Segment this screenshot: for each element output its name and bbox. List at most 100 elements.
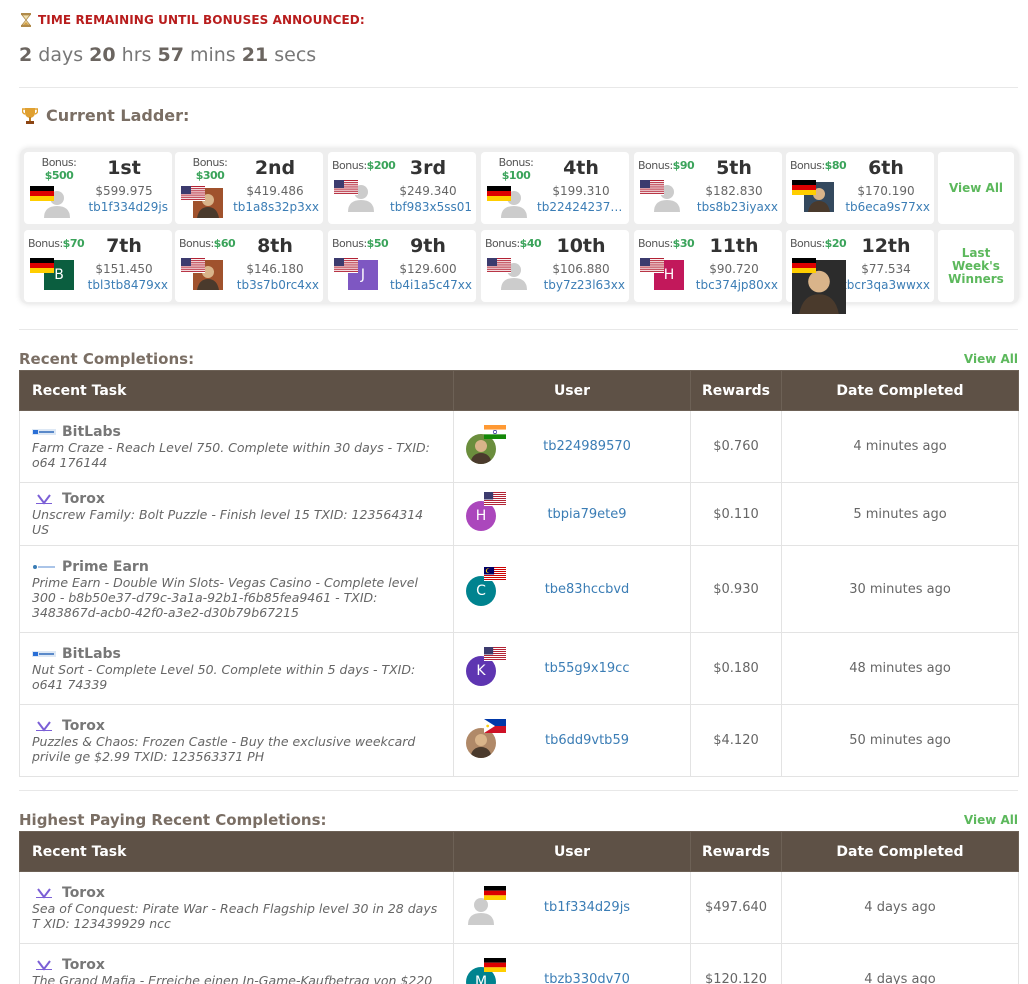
- table-row: BitLabs Farm Craze - Reach Level 750. Com…: [19, 410, 1019, 483]
- last-week-winners-button[interactable]: Last Week's Winners: [938, 230, 1014, 302]
- flag-de-icon: [30, 258, 54, 273]
- flag-us-icon: [181, 186, 205, 201]
- ladder-card-6th[interactable]: Bonus:$80 6th $170.190 tb6eca9s77xx: [786, 152, 934, 224]
- ladder-rank: 6th: [868, 157, 904, 179]
- task-cell: BitLabs Nut Sort - Complete Level 50. Com…: [19, 632, 454, 705]
- task-cell: Torox Unscrew Family: Bolt Puzzle - Finis…: [19, 482, 454, 546]
- ladder-username-link[interactable]: tbl3tb8479xx: [80, 278, 168, 292]
- recent-completions-table: Recent Task User Rewards Date Completed …: [19, 370, 1019, 777]
- divider: [19, 329, 1018, 330]
- ladder-username-link[interactable]: tbs8b23iyaxx: [690, 200, 778, 214]
- ladder-earnings: $599.975: [95, 184, 153, 198]
- ladder-username-link[interactable]: tb1f334d29js: [80, 200, 168, 214]
- ladder-username-link[interactable]: tbc374jp80xx: [690, 278, 778, 292]
- ladder-card-3rd[interactable]: Bonus:$200 3rd $249.340 tbf983x5ss01: [328, 152, 476, 224]
- ladder-card-11th[interactable]: Bonus:$30 11th $90.720 tbc374jp80xx H: [634, 230, 782, 302]
- ladder-card-12th[interactable]: Bonus:$20 12th $77.534 tbcr3qa3wwxx: [786, 230, 934, 314]
- flag-us-icon: [640, 258, 664, 273]
- ladder-username-link[interactable]: tb3s7b0rc4xx: [231, 278, 319, 292]
- bonus-amount: $30: [672, 237, 695, 250]
- ladder-card-5th[interactable]: Bonus:$90 5th $182.830 tbs8b23iyaxx: [634, 152, 782, 224]
- ladder-card-10th[interactable]: Bonus:$40 10th $106.880 tby7z23l63xx: [481, 230, 629, 302]
- ladder-earnings: $249.340: [399, 184, 457, 198]
- countdown-hrs: 20: [89, 44, 116, 66]
- col-header-date: Date Completed: [781, 831, 1019, 872]
- provider-logo-icon: [32, 959, 56, 971]
- ladder-earnings: $182.830: [705, 184, 763, 198]
- table-row: Torox Puzzles & Chaos: Frozen Castle - Bu…: [19, 704, 1019, 777]
- ladder-earnings: $146.180: [246, 262, 304, 276]
- ladder-card-9th[interactable]: Bonus:$50 9th $129.600 tb4i1a5c47xx J: [328, 230, 476, 302]
- bonus-amount: $40: [519, 237, 542, 250]
- col-header-task: Recent Task: [19, 831, 454, 872]
- ladder-earnings: $90.720: [709, 262, 759, 276]
- countdown-hrs-label: hrs: [115, 44, 158, 66]
- table-row: Torox The Grand Mafia - Erreiche einen In…: [19, 943, 1019, 984]
- ladder-username-link[interactable]: tb4i1a5c47xx: [384, 278, 472, 292]
- ladder-card-8th[interactable]: Bonus:$60 8th $146.180 tb3s7b0rc4xx: [175, 230, 323, 302]
- col-header-rewards: Rewards: [690, 831, 782, 872]
- bonus-text: Bonus:: [179, 237, 214, 250]
- ladder-card-2nd[interactable]: Bonus: $300 2nd $419.486 tb1a8s32p3xx: [175, 152, 323, 224]
- user-cell: tb1f334d29js: [453, 871, 691, 944]
- flag-us-icon: [484, 492, 506, 506]
- date-completed: 5 minutes ago: [781, 482, 1019, 546]
- avatar-letter: J: [360, 267, 366, 283]
- bonus-label: Bonus:$70: [28, 237, 85, 250]
- task-description: Farm Craze - Reach Level 750. Complete w…: [32, 439, 430, 470]
- col-header-task: Recent Task: [19, 370, 454, 411]
- countdown-secs-label: secs: [268, 44, 317, 66]
- provider-name: Torox: [62, 717, 105, 734]
- flag-de-icon: [484, 885, 506, 900]
- bonus-label: Bonus:$200: [332, 159, 396, 172]
- task-description: The Grand Mafia - Erreiche einen In-Game…: [32, 972, 433, 984]
- flag-in-icon: [484, 424, 506, 439]
- table-row: Prime Earn Prime Earn - Double Win Slots-…: [19, 545, 1019, 633]
- ladder-card-7th[interactable]: Bonus:$70 7th $151.450 tbl3tb8479xx B: [24, 230, 172, 302]
- flag-de-icon: [30, 186, 54, 201]
- user-cell: tb224989570: [453, 410, 691, 483]
- ladder-card-1st[interactable]: Bonus: $500 1st $599.975 tb1f334d29js: [24, 152, 172, 224]
- flag-de-icon: [484, 957, 506, 972]
- avatar-letter: B: [54, 267, 64, 283]
- provider-name: BitLabs: [62, 645, 121, 662]
- bonus-text: Bonus:: [790, 159, 825, 172]
- task-description: Unscrew Family: Bolt Puzzle - Finish lev…: [32, 507, 424, 537]
- countdown-title: TIME REMAINING UNTIL BONUSES ANNOUNCED:: [38, 13, 365, 27]
- task-provider: Prime Earn: [32, 559, 443, 575]
- date-completed: 48 minutes ago: [781, 632, 1019, 705]
- ladder-username-link[interactable]: tbcr3qa3wwxx: [842, 278, 930, 292]
- ladder-username-link[interactable]: tb22424237ab: [537, 200, 625, 214]
- provider-logo-icon: [32, 426, 56, 438]
- flag-us-icon: [334, 180, 358, 195]
- date-completed: 30 minutes ago: [781, 545, 1019, 633]
- date-completed: 4 minutes ago: [781, 410, 1019, 483]
- ladder-earnings: $151.450: [95, 262, 153, 276]
- ladder-rank: 4th: [563, 157, 599, 179]
- highest-view-all-link[interactable]: View All: [964, 813, 1018, 827]
- bonus-label: Bonus:$50: [332, 237, 389, 250]
- ladder-username-link[interactable]: tb6eca9s77xx: [842, 200, 930, 214]
- hourglass-icon: [21, 13, 31, 27]
- bonus-amount: $70: [62, 237, 85, 250]
- trophy-icon: [22, 107, 38, 124]
- avatar-letter: M: [474, 973, 488, 984]
- task-cell: Torox The Grand Mafia - Erreiche einen In…: [19, 943, 454, 984]
- ladder-username-link[interactable]: tb1a8s32p3xx: [231, 200, 319, 214]
- ladder-username-link[interactable]: tbf983x5ss01: [384, 200, 472, 214]
- reward-value: $0.760: [690, 410, 782, 483]
- task-description: Prime Earn - Double Win Slots- Vegas Cas…: [32, 574, 418, 620]
- bonus-text: Bonus:: [790, 237, 825, 250]
- ladder-view-all-button[interactable]: View All: [938, 152, 1014, 224]
- ladder-box: Bonus: $500 1st $599.975 tb1f334d29js Bonus: $…: [20, 148, 1019, 314]
- ladder-username-link[interactable]: tby7z23l63xx: [537, 278, 625, 292]
- ladder-card-4th[interactable]: Bonus: $100 4th $199.310 tb22424237ab: [481, 152, 629, 224]
- bonus-text: Bonus:: [332, 237, 367, 250]
- task-provider: BitLabs: [32, 646, 443, 662]
- ladder-title: Current Ladder:: [22, 106, 189, 125]
- countdown-mins: 57: [157, 44, 184, 66]
- flag-de-icon: [487, 186, 511, 201]
- bonus-amount: $20: [824, 237, 847, 250]
- recent-view-all-link[interactable]: View All: [964, 352, 1018, 366]
- bonus-amount: $90: [672, 159, 695, 172]
